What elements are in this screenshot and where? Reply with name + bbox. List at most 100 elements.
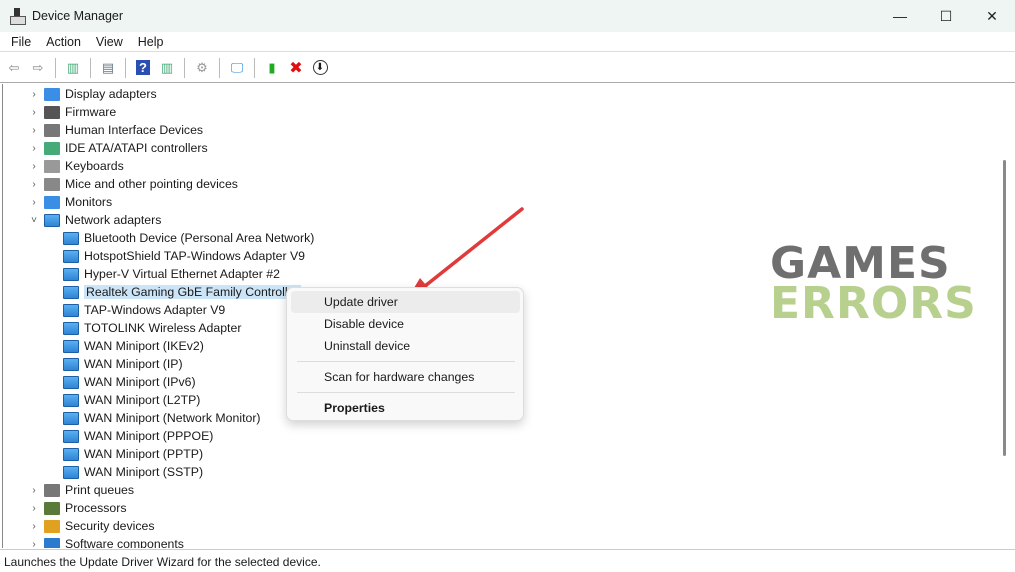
tree-device[interactable]: WAN Miniport (IPv6) [63,373,196,391]
status-bar: Launches the Update Driver Wizard for th… [0,549,1015,572]
tree-label: HotspotShield TAP-Windows Adapter V9 [84,249,306,263]
tree-label: Hyper-V Virtual Ethernet Adapter #2 [84,267,280,281]
properties-icon[interactable]: ▤ [98,58,118,78]
tree-device[interactable]: WAN Miniport (SSTP) [63,463,203,481]
tree-category[interactable]: › IDE ATA/ATAPI controllers [32,139,208,157]
chevron-right-icon[interactable]: › [29,539,39,549]
tree-device[interactable]: WAN Miniport (PPPOE) [63,427,213,445]
scrollbar-thumb[interactable] [1003,160,1006,456]
tree-category[interactable]: › Human Interface Devices [32,121,203,139]
tree-device[interactable]: Bluetooth Device (Personal Area Network) [63,229,314,247]
menu-help[interactable]: Help [138,35,164,49]
minimize-button[interactable]: — [877,0,923,32]
update-driver-icon[interactable]: ⚙ [192,58,212,78]
network-adapter-icon [44,213,60,227]
tree-device[interactable]: Hyper-V Virtual Ethernet Adapter #2 [63,265,280,283]
menu-item-uninstall-device[interactable]: Uninstall device [291,335,520,357]
chevron-right-icon[interactable]: › [29,125,39,136]
toolbar-separator [125,57,126,78]
help-icon[interactable]: ? [133,58,153,78]
tree-category[interactable]: › Processors [32,499,126,517]
uninstall-device-icon[interactable]: ✖ [286,58,306,78]
chevron-right-icon[interactable]: › [29,485,39,496]
tree-device[interactable]: WAN Miniport (L2TP) [63,391,200,409]
show-hide-console-tree-icon[interactable]: ▥ [63,58,83,78]
menu-item-disable-device[interactable]: Disable device [291,313,520,335]
chevron-right-icon[interactable]: › [29,89,39,100]
device-category-icon [44,177,60,191]
tree-label: Print queues [65,483,135,497]
tree-label: IDE ATA/ATAPI controllers [65,141,208,155]
device-category-icon [44,87,60,101]
network-adapter-icon [63,339,79,353]
enable-device-icon[interactable]: ▮ [262,58,282,78]
network-adapter-icon [63,465,79,479]
tree-device[interactable]: WAN Miniport (PPTP) [63,445,203,463]
tree-device[interactable]: WAN Miniport (IP) [63,355,183,373]
disable-device-icon[interactable]: ⬇ [310,58,330,78]
toolbar-separator [219,57,220,78]
tree-category[interactable]: › Keyboards [32,157,124,175]
tree-category[interactable]: ˅ Network adapters [31,211,161,229]
tree-label: Display adapters [65,87,157,101]
chevron-right-icon[interactable]: › [29,107,39,118]
chevron-right-icon[interactable]: › [29,143,39,154]
menu-item-update-driver[interactable]: Update driver [291,291,520,313]
tree-category[interactable]: › Software components [32,535,184,548]
chevron-right-icon[interactable]: › [29,161,39,172]
tree-category[interactable]: › Print queues [32,481,135,499]
network-adapter-icon [63,357,79,371]
back-icon[interactable]: ⇦ [4,58,24,78]
toolbar-separator [254,57,255,78]
tree-label: Security devices [65,519,155,533]
network-adapter-icon [63,411,79,425]
tree-category[interactable]: › Security devices [32,517,155,535]
tree-label: Software components [65,537,184,548]
chevron-right-icon[interactable]: › [29,197,39,208]
device-category-icon [44,123,60,137]
title-bar: Device Manager — ☐ ✕ [0,0,1015,32]
network-adapter-icon [63,231,79,245]
tree-device[interactable]: WAN Miniport (IKEv2) [63,337,204,355]
tree-label: WAN Miniport (Network Monitor) [84,411,261,425]
tree-category[interactable]: › Mice and other pointing devices [32,175,238,193]
vertical-scrollbar[interactable] [1000,84,1012,548]
tree-label: Keyboards [65,159,124,173]
forward-icon[interactable]: ⇨ [28,58,48,78]
network-adapter-icon [63,267,79,281]
chevron-right-icon[interactable]: › [29,521,39,532]
tree-device[interactable]: WAN Miniport (Network Monitor) [63,409,261,427]
tree-label: WAN Miniport (L2TP) [84,393,201,407]
tree-device[interactable]: TOTOLINK Wireless Adapter [63,319,241,337]
tree-category[interactable]: › Monitors [32,193,112,211]
menu-separator [297,361,515,362]
menu-action[interactable]: Action [46,35,81,49]
chevron-right-icon[interactable]: › [29,503,39,514]
device-category-icon [44,141,60,155]
maximize-button[interactable]: ☐ [923,0,969,32]
menu-view[interactable]: View [96,35,123,49]
tree-label: WAN Miniport (IPv6) [84,375,196,389]
action-pane-icon[interactable]: ▥ [157,58,177,78]
chevron-right-icon[interactable]: › [29,179,39,190]
watermark-logo: GAMES ERRORS [770,238,977,329]
tree-category[interactable]: › Display adapters [32,85,157,103]
tree-device[interactable]: TAP-Windows Adapter V9 [63,301,225,319]
network-adapter-icon [63,303,79,317]
network-adapter-icon [63,249,79,263]
menu-file[interactable]: File [11,35,31,49]
device-category-icon [44,159,60,173]
tree-label: WAN Miniport (IKEv2) [84,339,204,353]
network-adapter-icon [63,321,79,335]
close-button[interactable]: ✕ [969,0,1015,32]
tree-device[interactable]: Realtek Gaming GbE Family Controller [63,283,301,301]
tree-device[interactable]: HotspotShield TAP-Windows Adapter V9 [63,247,305,265]
window-title: Device Manager [32,9,124,23]
chevron-down-icon[interactable]: ˅ [29,215,39,226]
tree-category[interactable]: › Firmware [32,103,117,121]
menu-item-scan-hardware[interactable]: Scan for hardware changes [291,366,520,388]
scan-hardware-icon[interactable]: 🖵 [227,58,247,78]
menu-item-properties[interactable]: Properties [291,397,520,419]
tree-label: Firmware [65,105,117,119]
tree-label: WAN Miniport (SSTP) [84,465,204,479]
